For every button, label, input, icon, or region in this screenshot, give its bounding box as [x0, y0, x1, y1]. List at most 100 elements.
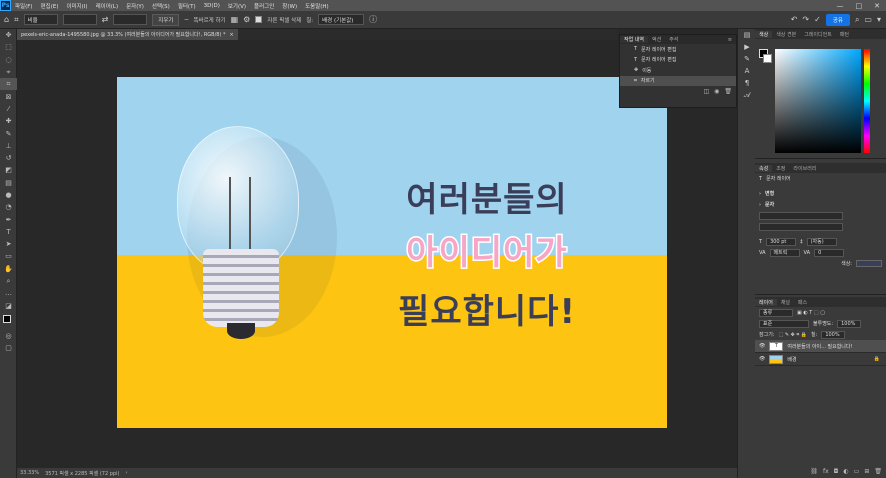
search-icon[interactable]: ⌕: [855, 15, 859, 25]
glyphs-panel-icon[interactable]: 𝒜: [738, 89, 756, 101]
fill-select[interactable]: 배경 (기본값): [318, 14, 365, 25]
notes-panel-icon[interactable]: ✎: [738, 53, 756, 65]
lock-icons[interactable]: ⬚ ✎ ✥ ⌗ 🔒: [779, 332, 808, 338]
filter-icons[interactable]: ▣ ◐ T ⬚ ▢: [797, 310, 825, 316]
maximize-button[interactable]: □: [856, 2, 863, 10]
type-tool-icon[interactable]: T: [0, 226, 17, 238]
trash-icon[interactable]: 🗑: [874, 468, 882, 475]
character-section[interactable]: 문자: [765, 201, 774, 208]
frame-tool-icon[interactable]: ⊠: [0, 90, 17, 102]
layer-row[interactable]: 👁 T 여러분들의 아이... 필요합니다!: [755, 340, 886, 353]
undo-icon[interactable]: ↶: [791, 15, 798, 24]
new-layer-icon[interactable]: ⊞: [864, 468, 869, 475]
move-tool-icon[interactable]: ✥: [0, 29, 17, 41]
close-tab-icon[interactable]: ×: [230, 32, 234, 38]
object-select-tool-icon[interactable]: ⌖: [0, 66, 17, 78]
status-arrow-icon[interactable]: ›: [125, 470, 127, 476]
group-icon[interactable]: ▭: [854, 468, 860, 475]
tab-adjustments[interactable]: 조정: [772, 165, 789, 172]
hand-tool-icon[interactable]: ✋: [0, 263, 17, 275]
straighten-icon[interactable]: ⎯: [184, 15, 188, 25]
menu-3d[interactable]: 3D(D): [200, 3, 224, 9]
minimize-button[interactable]: —: [837, 2, 844, 10]
opacity-input[interactable]: 100%: [837, 319, 862, 328]
tab-layers[interactable]: 레이어: [755, 298, 777, 306]
snapshot-icon[interactable]: ◉: [714, 88, 719, 95]
leading-input[interactable]: (자동): [806, 237, 837, 246]
history-brush-tool-icon[interactable]: ↺: [0, 152, 17, 164]
check-icon[interactable]: ✓: [814, 15, 821, 24]
ratio-width-input[interactable]: [62, 14, 97, 25]
quick-mask-icon[interactable]: ◎: [0, 330, 17, 342]
history-panel-icon[interactable]: ▤: [738, 29, 756, 41]
menu-plugins[interactable]: 플러그인: [250, 2, 278, 10]
mask-icon[interactable]: ◘: [834, 468, 839, 475]
layer-row[interactable]: 👁 배경 🔒: [755, 353, 886, 366]
menu-select[interactable]: 선택(S): [148, 2, 174, 10]
chevron-down-icon[interactable]: ›: [759, 202, 761, 208]
link-icon[interactable]: ⛓: [810, 468, 818, 475]
workspace-icon[interactable]: ▭: [864, 15, 872, 24]
menu-view[interactable]: 보기(V): [224, 2, 250, 10]
brush-tool-icon[interactable]: ✎: [0, 127, 17, 139]
menu-type[interactable]: 문자(Y): [122, 2, 148, 10]
gear-icon[interactable]: ⚙: [243, 15, 250, 24]
pen-tool-icon[interactable]: ✒: [0, 213, 17, 225]
fx-icon[interactable]: fx: [823, 468, 829, 475]
crop-tool-icon[interactable]: ⌗: [14, 15, 19, 25]
menu-window[interactable]: 창(W): [278, 2, 301, 10]
history-item[interactable]: ✥ 이동: [620, 65, 736, 76]
background-color-swatch[interactable]: [763, 54, 772, 63]
tab-gradients[interactable]: 그레이디언트: [800, 31, 836, 38]
menu-image[interactable]: 이미지(I): [62, 2, 91, 10]
history-item[interactable]: T 문자 레이어 편집: [620, 44, 736, 55]
more-tools-icon[interactable]: …: [0, 287, 17, 299]
new-document-from-state-icon[interactable]: ◫: [703, 88, 709, 95]
delete-cropped-checkbox[interactable]: [255, 16, 263, 23]
path-select-tool-icon[interactable]: ➤: [0, 238, 17, 250]
default-colors-icon[interactable]: ◪: [0, 300, 17, 312]
close-button[interactable]: ✕: [874, 2, 880, 10]
dodge-tool-icon[interactable]: ◔: [0, 201, 17, 213]
font-size-input[interactable]: 300 pt: [766, 237, 797, 246]
marquee-tool-icon[interactable]: ⬚: [0, 41, 17, 53]
blur-tool-icon[interactable]: ●: [0, 189, 17, 201]
eyedropper-tool-icon[interactable]: ⁄: [0, 103, 17, 115]
paragraph-panel-icon[interactable]: ¶: [738, 77, 756, 89]
grid-overlay-icon[interactable]: ▦: [231, 15, 239, 24]
zoom-level[interactable]: 33.33%: [20, 470, 39, 476]
tab-swatches[interactable]: 색상 견본: [772, 31, 800, 38]
menu-edit[interactable]: 편집(E): [37, 2, 63, 10]
panel-menu-icon[interactable]: ≡: [724, 37, 736, 43]
menu-layer[interactable]: 레이어(L): [92, 2, 123, 10]
actions-panel-icon[interactable]: ▶: [738, 41, 756, 53]
color-picker-field[interactable]: [775, 49, 861, 153]
menu-file[interactable]: 파일(F): [11, 2, 37, 10]
share-button[interactable]: 공유: [825, 13, 850, 26]
layer-filter-select[interactable]: 종류: [759, 308, 793, 317]
adjustment-icon[interactable]: ◐: [843, 468, 848, 475]
font-family-select[interactable]: [759, 211, 843, 220]
transform-section[interactable]: 변형: [765, 190, 774, 197]
text-color-swatch[interactable]: [856, 260, 882, 267]
redo-icon[interactable]: ↷: [802, 15, 809, 24]
fill-input[interactable]: 100%: [821, 330, 846, 339]
document-tab[interactable]: pexels-eric-anada-1495580.jpg @ 33.3% (여…: [17, 29, 238, 40]
kerning-input[interactable]: 메트릭: [769, 248, 800, 257]
workspace-menu-icon[interactable]: ▾: [877, 15, 881, 24]
tracking-input[interactable]: 0: [814, 248, 845, 257]
eye-icon[interactable]: 👁: [759, 356, 765, 362]
color-swatches-icon[interactable]: [0, 312, 17, 330]
info-icon[interactable]: ⓘ: [369, 14, 377, 25]
blend-mode-select[interactable]: 표준: [759, 319, 809, 328]
rectangle-tool-icon[interactable]: ▭: [0, 250, 17, 262]
eraser-tool-icon[interactable]: ◩: [0, 164, 17, 176]
zoom-tool-icon[interactable]: ⌕: [0, 275, 17, 287]
tab-paths[interactable]: 패스: [794, 299, 811, 306]
history-item[interactable]: ⌗ 자르기: [620, 75, 736, 86]
document-image[interactable]: 여러분들의 아이디어가 필요합니다!: [117, 77, 667, 428]
menu-filter[interactable]: 필터(T): [174, 2, 200, 10]
character-panel-icon[interactable]: A: [738, 65, 756, 77]
tab-history[interactable]: 작업 내역: [620, 36, 648, 43]
font-style-select[interactable]: [759, 222, 843, 231]
